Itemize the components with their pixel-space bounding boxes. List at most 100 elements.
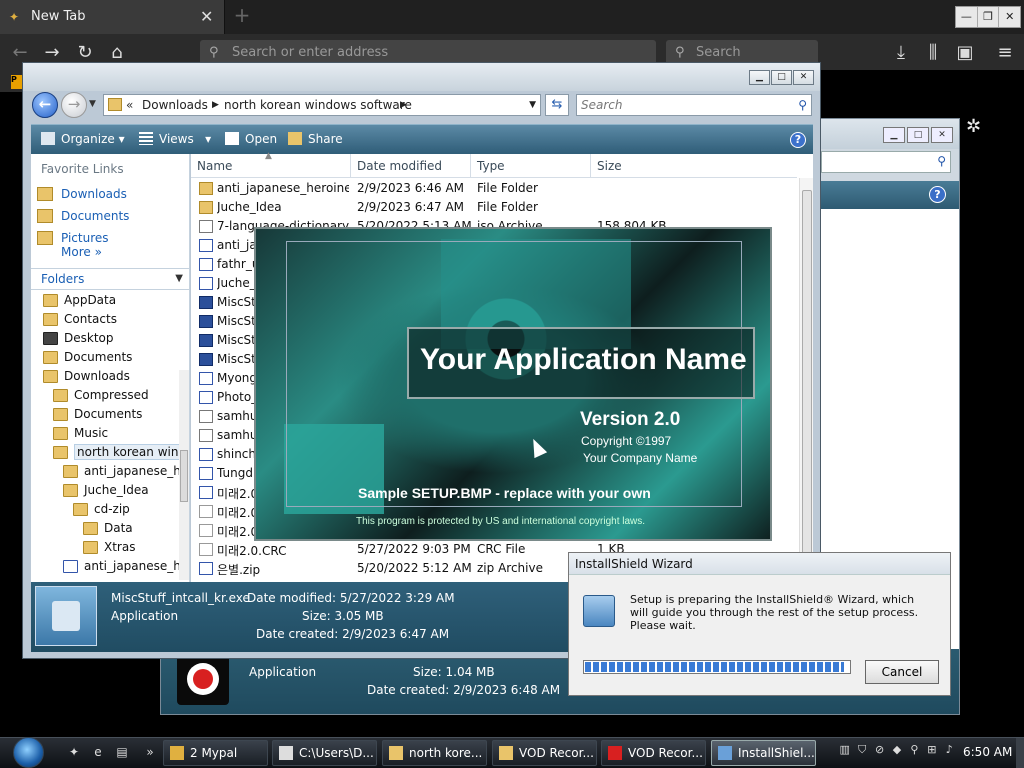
- cancel-button[interactable]: Cancel: [865, 660, 939, 684]
- file-type: zip Archive: [477, 561, 543, 575]
- address-dropdown-icon[interactable]: ▼: [529, 95, 536, 115]
- taskbar-button[interactable]: C:\Users\D...: [272, 740, 377, 766]
- taskbar-button[interactable]: VOD Recor...: [601, 740, 706, 766]
- column-divider[interactable]: [350, 154, 351, 178]
- more-link[interactable]: More »: [61, 245, 102, 259]
- forward-arrow-icon[interactable]: →: [41, 42, 63, 64]
- quicklaunch-desktop-icon[interactable]: ▤: [114, 745, 130, 761]
- tray-security-icon[interactable]: ⛉: [855, 743, 868, 757]
- tray-search-icon[interactable]: ⚲: [908, 743, 921, 757]
- favorite-link-documents[interactable]: Documents: [35, 207, 185, 227]
- share-button[interactable]: Share: [288, 132, 343, 146]
- maximize-button[interactable]: □: [907, 127, 929, 143]
- tree-item-label: north korean wind: [74, 444, 190, 460]
- tray-network-icon[interactable]: ⊞: [925, 743, 938, 757]
- breadcrumb-separator-icon[interactable]: ▶: [400, 95, 407, 115]
- taskbar-button[interactable]: VOD Recor...: [492, 740, 597, 766]
- file-row[interactable]: anti_japanese_heroine 2/9/2023 6:46 AM Fil…: [191, 179, 797, 198]
- quicklaunch-firefox-icon[interactable]: ✦: [66, 745, 82, 761]
- column-divider[interactable]: [470, 154, 471, 178]
- close-button[interactable]: ✕: [999, 7, 1020, 27]
- breadcrumb-separator-icon[interactable]: ▶: [212, 95, 219, 115]
- search-input[interactable]: Search ⚲: [576, 94, 812, 116]
- file-row[interactable]: Juche_Idea 2/9/2023 6:47 AM File Folder: [191, 198, 797, 217]
- column-header-type[interactable]: Type: [477, 159, 505, 173]
- restore-button[interactable]: ❐: [978, 7, 1000, 27]
- minimize-button[interactable]: ▁: [883, 127, 905, 143]
- start-button[interactable]: [6, 737, 50, 768]
- folders-toggle[interactable]: Folders ▼: [31, 268, 189, 290]
- organize-button[interactable]: Organize ▾: [41, 132, 125, 146]
- app-name: Your Application Name: [420, 343, 747, 376]
- open-button[interactable]: Open: [225, 132, 277, 146]
- quicklaunch-ie-icon[interactable]: e: [90, 745, 106, 761]
- list-scrollbar[interactable]: [799, 178, 813, 582]
- help-icon[interactable]: ?: [929, 186, 946, 203]
- minimize-button[interactable]: ▁: [749, 70, 770, 85]
- views-button[interactable]: Views ▾: [139, 132, 211, 146]
- tree-item-label: anti_japanese_he: [84, 559, 189, 573]
- forward-button[interactable]: →: [61, 92, 87, 118]
- column-header-name[interactable]: Name: [197, 159, 232, 173]
- breadcrumb-current-folder[interactable]: north korean windows software: [224, 95, 412, 115]
- quicklaunch-overflow-icon[interactable]: »: [142, 745, 158, 761]
- maximize-button[interactable]: □: [771, 70, 792, 85]
- tree-item-label: Desktop: [64, 331, 114, 345]
- browser-tab[interactable]: ✦ New Tab ✕: [0, 0, 225, 34]
- taskbar-button-label: C:\Users\D...: [299, 746, 374, 760]
- search-icon: ⚲: [798, 98, 807, 112]
- file-name: 은별.zip: [217, 563, 261, 577]
- reload-icon[interactable]: ↻: [74, 42, 96, 64]
- tab-close-icon[interactable]: ✕: [200, 7, 213, 26]
- taskbar-button[interactable]: InstallShiel...: [711, 740, 816, 766]
- file-type: File Folder: [477, 181, 538, 195]
- address-bar[interactable]: « Downloads ▶ north korean windows softw…: [103, 94, 541, 116]
- taskbar-button[interactable]: north kore...: [382, 740, 487, 766]
- share-icon: [288, 132, 302, 145]
- views-icon: [139, 132, 153, 145]
- taskbar-button[interactable]: 2 Mypal: [163, 740, 268, 766]
- show-desktop-button[interactable]: [1016, 738, 1024, 768]
- zip-file-icon: [199, 277, 213, 290]
- clock[interactable]: 6:50 AM: [963, 745, 1012, 759]
- gear-icon[interactable]: ✲: [966, 116, 981, 137]
- tray-app2-icon[interactable]: ◆: [890, 743, 903, 757]
- home-icon[interactable]: ⌂: [106, 42, 128, 64]
- tree-item-label: AppData: [64, 293, 117, 307]
- download-icon[interactable]: ⤓: [890, 42, 912, 64]
- history-dropdown-icon[interactable]: ▼: [89, 99, 96, 109]
- scroll-thumb[interactable]: [180, 450, 188, 502]
- refresh-button[interactable]: ⇆: [545, 94, 569, 116]
- search-input[interactable]: ⚲: [821, 151, 951, 173]
- tray-app-icon[interactable]: ▥: [838, 743, 851, 757]
- file-type: Application: [249, 665, 317, 679]
- file-name: Juche_Idea: [217, 200, 282, 214]
- favorite-link-downloads[interactable]: Downloads: [35, 185, 185, 205]
- file-date: 2/9/2023 6:46 AM: [357, 181, 465, 195]
- column-header-date-modified[interactable]: Date modified: [357, 159, 442, 173]
- column-header-size[interactable]: Size: [597, 159, 622, 173]
- address-chevron[interactable]: «: [126, 95, 133, 115]
- folder-icon: [63, 484, 78, 497]
- back-arrow-icon[interactable]: ←: [9, 42, 31, 64]
- folder-icon: [83, 541, 98, 554]
- tray-volume-icon[interactable]: ♪: [943, 743, 956, 757]
- folder-icon: [53, 408, 68, 421]
- bookmark-strip: P: [0, 70, 24, 92]
- menu-icon[interactable]: ≡: [994, 42, 1016, 64]
- library-icon[interactable]: ⫼: [922, 42, 944, 64]
- close-button[interactable]: ✕: [931, 127, 953, 143]
- breadcrumb-downloads[interactable]: Downloads: [142, 95, 208, 115]
- zip-file-icon: [63, 560, 78, 573]
- scroll-thumb[interactable]: [802, 190, 812, 554]
- back-button[interactable]: ←: [32, 92, 58, 118]
- help-icon[interactable]: ?: [790, 132, 806, 148]
- column-divider[interactable]: [590, 154, 591, 178]
- favorite-link-pictures[interactable]: Pictures: [35, 229, 185, 249]
- new-tab-button[interactable]: +: [231, 5, 253, 27]
- minimize-button[interactable]: —: [956, 7, 978, 27]
- sidebar-icon[interactable]: ▣: [954, 42, 976, 64]
- close-button[interactable]: ✕: [793, 70, 814, 85]
- tree-scrollbar[interactable]: [179, 370, 189, 580]
- tray-blocked-icon[interactable]: ⊘: [873, 743, 886, 757]
